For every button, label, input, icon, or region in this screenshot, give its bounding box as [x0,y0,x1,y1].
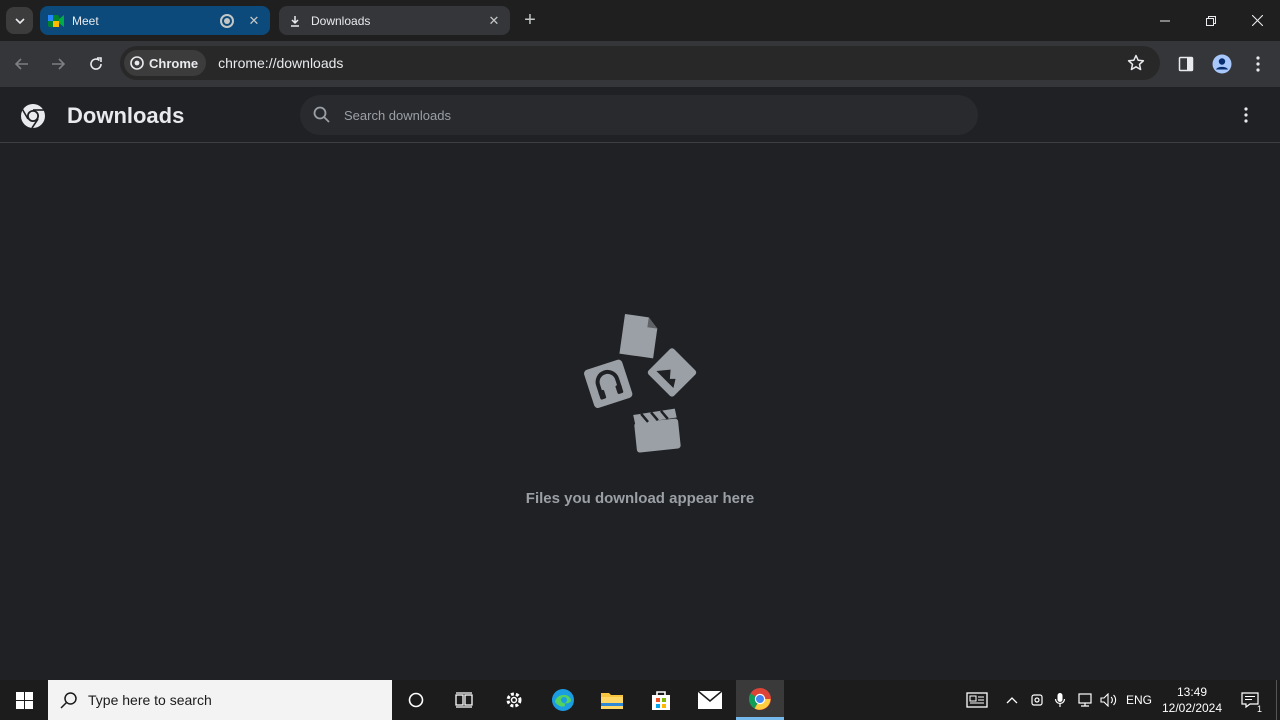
notification-center-button[interactable]: 1 [1234,680,1266,720]
profile-avatar-icon [1212,54,1232,74]
side-panel-icon [1178,56,1194,72]
close-tab-icon[interactable]: ✕ [246,13,262,29]
more-vertical-icon [1256,56,1260,72]
tab-search-button[interactable] [6,7,33,34]
chevron-up-icon [1006,697,1018,704]
back-button[interactable] [7,49,37,79]
address-bar[interactable]: Chrome chrome://downloads [120,46,1160,80]
site-info-chip[interactable]: Chrome [124,50,207,76]
url-text[interactable]: chrome://downloads [218,55,343,71]
taskbar-search-box[interactable]: Type here to search [48,680,392,720]
close-tab-icon[interactable]: ✕ [486,13,502,29]
close-window-button[interactable] [1234,0,1280,41]
forward-button[interactable] [43,49,73,79]
cortana-button[interactable] [392,680,440,720]
cortana-circle-icon [408,692,424,708]
tab-meet[interactable]: Meet ✕ [40,6,270,35]
microphone-tray-button[interactable] [1050,680,1070,720]
download-icon [287,13,303,29]
settings-app-button[interactable] [490,680,538,720]
close-icon [1251,15,1263,26]
google-meet-icon [48,13,64,29]
search-icon [60,692,77,709]
taskbar-search-placeholder: Type here to search [88,692,212,708]
taskbar-clock[interactable]: 13:49 12/02/2024 [1160,684,1224,716]
new-tab-button[interactable]: + [520,10,540,30]
microphone-icon [1054,693,1066,707]
side-panel-button[interactable] [1171,49,1201,79]
start-button[interactable] [0,680,48,720]
edge-icon [552,689,574,711]
volume-tray-button[interactable] [1098,680,1120,720]
gear-icon [506,692,522,708]
page-title: Downloads [67,103,185,128]
restore-icon [1206,15,1216,26]
network-tray-button[interactable] [1074,680,1096,720]
restore-button[interactable] [1188,0,1234,41]
tab-strip: Meet ✕ Downloads ✕ + [0,0,1280,41]
chrome-icon [130,56,144,70]
news-widget-button[interactable] [962,680,992,720]
tab-title: Meet [72,13,99,28]
search-input[interactable] [344,107,944,123]
mail-app-button[interactable] [686,680,734,720]
chrome-taskbar-button[interactable] [736,680,784,720]
microsoft-store-button[interactable] [637,680,685,720]
bookmark-star-icon[interactable] [1126,53,1146,73]
chrome-logo-icon [21,104,45,129]
task-view-icon [455,692,473,708]
task-view-button[interactable] [440,680,488,720]
minimize-button[interactable] [1142,0,1188,41]
file-explorer-button[interactable] [588,680,636,720]
notification-count-badge: 1 [1256,704,1262,714]
browser-toolbar: Chrome chrome://downloads [0,41,1280,87]
mail-envelope-icon [698,691,722,709]
reload-icon [90,57,102,70]
arrow-right-icon [52,58,65,70]
search-downloads-field[interactable] [300,95,978,135]
language-indicator[interactable]: ENG [1124,680,1154,720]
windows-taskbar: Type here to search ENG 13:49 12/02/2024… [0,680,1280,720]
empty-state-message: Files you download appear here [525,490,755,507]
chrome-icon [749,687,771,710]
camera-icon [1031,694,1043,706]
tab-title: Downloads [311,13,371,28]
downloads-header: Downloads [0,87,1280,143]
edge-app-button[interactable] [539,680,587,720]
clock-date: 12/02/2024 [1161,701,1223,715]
clock-time: 13:49 [1176,685,1208,699]
show-desktop-button[interactable] [1276,680,1280,720]
arrow-left-icon [15,58,28,70]
empty-downloads-illustration [584,314,697,453]
profile-button[interactable] [1207,49,1237,79]
downloads-menu-button[interactable] [1236,105,1256,125]
tab-downloads[interactable]: Downloads ✕ [279,6,510,35]
site-chip-label: Chrome [149,55,199,71]
chrome-menu-button[interactable] [1243,49,1273,79]
reload-button[interactable] [81,49,111,79]
search-icon [313,106,330,123]
more-vertical-icon [1244,107,1248,123]
windows-logo-icon [15,691,33,709]
camera-tray-button[interactable] [1027,680,1047,720]
folder-icon [601,693,623,709]
show-hidden-icons-button[interactable] [1002,680,1022,720]
minimize-icon [1160,20,1170,21]
network-icon [1078,693,1092,707]
news-icon [966,692,988,708]
chevron-down-icon [14,17,25,24]
store-bag-icon [652,691,670,710]
speaker-icon [1100,693,1117,707]
downloads-empty-state: Files you download appear here [0,144,1280,680]
recording-indicator-icon [220,13,234,28]
